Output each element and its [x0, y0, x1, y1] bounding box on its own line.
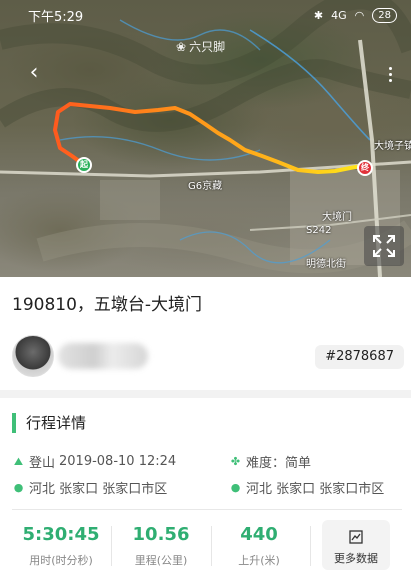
activity-type: 登山 [29, 456, 56, 471]
dot-icon [388, 72, 392, 76]
map-label-town3: 大境子镇 [374, 141, 411, 152]
difficulty-info: ✤ 难度：简单 [229, 452, 311, 471]
dot-icon [388, 66, 392, 70]
activity-info: ⛰ 登山 2019-08-10 12:24 [12, 452, 176, 471]
status-bar: 下午5:29 ✱ 4G ◠ 28 [0, 0, 411, 30]
back-button[interactable]: ‹ [22, 62, 46, 86]
line-chart-icon [349, 530, 363, 544]
map-label-road: S242 [306, 225, 332, 236]
stat-divider [310, 526, 311, 566]
trip-title: 190810，五墩台-大境门 [12, 295, 203, 315]
expand-icon [373, 235, 395, 257]
stat-ascent: 440 上升(米) [214, 524, 304, 568]
distance-label: 里程(公里) [134, 554, 188, 567]
duration-label: 用时(时分秒) [29, 554, 93, 567]
battery-icon: 28 [372, 7, 397, 23]
ascent-value: 440 [240, 524, 278, 545]
start-location: 河北 张家口 张家口市区 [29, 482, 168, 497]
more-menu-button[interactable] [383, 62, 397, 86]
stat-divider [111, 526, 112, 566]
clover-icon: ✤ [230, 455, 241, 468]
line-chart-icon [322, 530, 390, 547]
map-label-highway: G6京藏 [188, 181, 223, 192]
bluetooth-icon: ✱ [313, 8, 324, 22]
start-location-info: ● 河北 张家口 张家口市区 [12, 478, 168, 497]
footprint-icon: ❀ [176, 39, 187, 54]
difficulty-text: 难度：简单 [246, 456, 312, 471]
more-data-button[interactable]: 更多数据 [322, 520, 390, 570]
author-row: #2878687 [12, 333, 404, 379]
stats-divider [12, 509, 402, 510]
ascent-label: 上升(米) [238, 554, 280, 567]
activity-datetime: 2019-08-10 12:24 [59, 454, 177, 469]
end-location: 河北 张家口 张家口市区 [246, 482, 385, 497]
end-marker[interactable]: 终 [357, 160, 373, 176]
fullscreen-button[interactable] [364, 226, 404, 266]
stat-duration: 5:30:45 用时(时分秒) [14, 524, 108, 568]
section-divider [0, 390, 411, 398]
status-icons: ✱ 4G ◠ 28 [313, 7, 397, 23]
dot-icon [388, 78, 392, 82]
end-location-info: ● 河北 张家口 张家口市区 [229, 478, 385, 497]
status-time: 下午5:29 [28, 9, 84, 25]
location-pin-icon: ● [230, 481, 241, 494]
map-label-town1: 大境门 [322, 212, 352, 223]
duration-value: 5:30:45 [22, 524, 100, 545]
location-pin-icon: ● [13, 481, 24, 494]
more-data-label: 更多数据 [334, 552, 378, 565]
avatar[interactable] [12, 335, 54, 377]
route-id-badge: #2878687 [315, 345, 404, 369]
app-brand: ❀ 六只脚 [176, 38, 225, 55]
signal-icon: 4G [331, 8, 347, 22]
mountain-icon: ⛰ [13, 454, 24, 468]
stat-divider [211, 526, 212, 566]
distance-value: 10.56 [132, 524, 190, 545]
route-map[interactable]: 下午5:29 ✱ 4G ◠ 28 ❀ 六只脚 ‹ G6京藏 S242 大境门 明… [0, 0, 411, 277]
map-label-street: 明德北街 [306, 259, 346, 270]
brand-name: 六只脚 [189, 40, 226, 54]
start-marker[interactable]: 起 [76, 157, 92, 173]
chevron-left-icon: ‹ [29, 60, 39, 85]
details-header: 行程详情 [12, 413, 86, 433]
wifi-icon: ◠ [354, 8, 365, 22]
stat-distance: 10.56 里程(公里) [114, 524, 208, 568]
username-redacted[interactable] [58, 343, 148, 369]
